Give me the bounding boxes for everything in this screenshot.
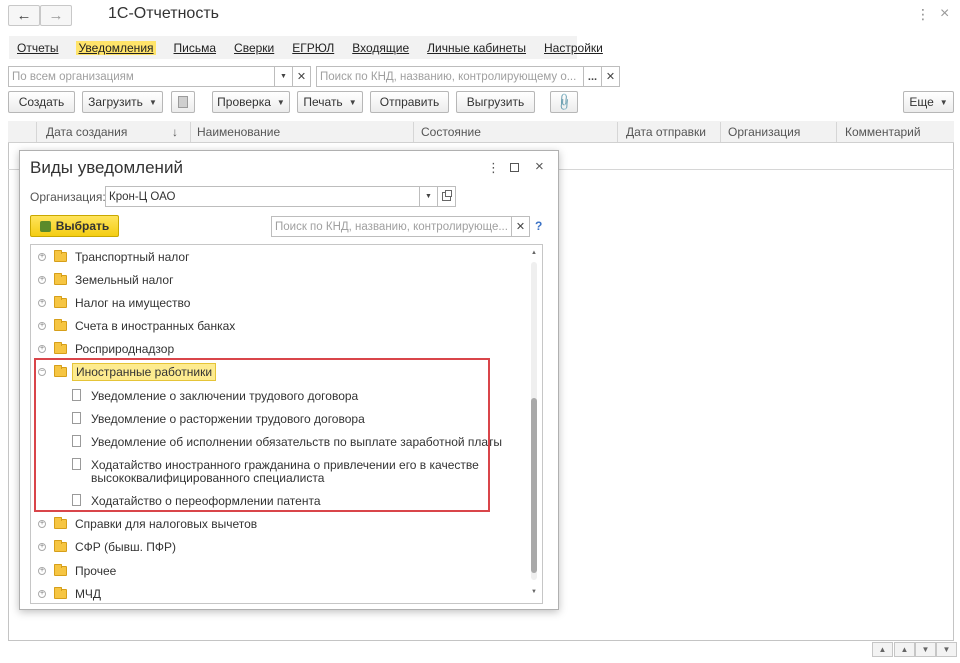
folder-icon <box>54 517 67 529</box>
ellipsis-icon: ... <box>587 70 598 83</box>
folder-icon <box>54 342 67 354</box>
expand-icon[interactable]: + <box>38 590 46 598</box>
clear-icon: ✕ <box>515 221 526 233</box>
expand-icon[interactable]: + <box>38 299 46 307</box>
more-vertical-icon[interactable]: ⋮ <box>487 160 500 176</box>
organization-label: Организация: <box>30 190 106 204</box>
expand-icon[interactable]: + <box>38 520 46 528</box>
app-title: 1С-Отчетность <box>108 5 219 22</box>
paperclip-icon: 📎 <box>553 91 575 113</box>
dialog-search-clear-button[interactable]: ✕ <box>511 216 530 237</box>
clear-icon: ✕ <box>296 71 307 83</box>
expand-icon[interactable]: + <box>38 345 46 353</box>
chevron-down-icon: ▼ <box>276 97 285 107</box>
organization-dropdown-button[interactable]: ▼ <box>419 186 438 207</box>
print-button[interactable]: Печать ▼ <box>297 91 363 113</box>
dialog-search-input[interactable]: Поиск по КНД, названию, контролирующе... <box>271 216 513 237</box>
folder-icon <box>54 296 67 308</box>
column-header-comment[interactable]: Комментарий <box>845 125 921 139</box>
document-stack-icon <box>178 96 188 108</box>
menu-item-reports[interactable]: Отчеты <box>17 41 58 55</box>
column-header-status[interactable]: Состояние <box>421 125 481 139</box>
chevron-down-icon: ▼ <box>148 97 157 107</box>
table-header <box>8 121 954 143</box>
folder-icon <box>54 587 67 599</box>
tree-scrollbar-thumb[interactable] <box>531 398 537 573</box>
organization-filter-input[interactable]: По всем организациям <box>8 66 275 87</box>
maximize-icon[interactable] <box>510 160 519 175</box>
column-header-organization[interactable]: Организация <box>728 125 800 139</box>
scroll-down-icon[interactable]: ▼ <box>531 589 537 595</box>
organization-dropdown-button[interactable]: ▼ <box>274 66 293 87</box>
section-menu: Отчеты Уведомления Письма Сверки ЕГРЮЛ В… <box>9 36 603 59</box>
more-vertical-icon[interactable]: ⋮ <box>916 6 930 23</box>
close-icon[interactable]: × <box>940 5 949 23</box>
highlight-box <box>34 358 490 512</box>
search-select-button[interactable]: ... <box>583 66 602 87</box>
arrow-right-icon: → <box>48 7 64 24</box>
menu-item-egrul[interactable]: ЕГРЮЛ <box>292 41 334 55</box>
search-clear-button[interactable]: ✕ <box>601 66 620 87</box>
expand-icon[interactable]: + <box>38 543 46 551</box>
scroll-down-icon[interactable]: ▼ <box>915 642 936 657</box>
menu-item-settings[interactable]: Настройки <box>544 41 603 55</box>
menu-item-incoming[interactable]: Входящие <box>352 41 409 55</box>
folder-icon <box>54 564 67 576</box>
close-icon[interactable]: × <box>535 158 544 175</box>
expand-icon[interactable]: + <box>38 567 46 575</box>
column-header-name[interactable]: Наименование <box>197 125 280 139</box>
scroll-last-icon[interactable]: ▼ <box>936 642 957 657</box>
menu-item-personal-accounts[interactable]: Личные кабинеты <box>427 41 526 55</box>
open-icon <box>442 190 452 201</box>
upload-button[interactable]: Выгрузить <box>456 91 535 113</box>
dialog-title: Виды уведомлений <box>30 158 183 177</box>
clear-icon: ✕ <box>605 71 616 83</box>
menu-item-reconciliations[interactable]: Сверки <box>234 41 274 55</box>
folder-icon <box>54 273 67 285</box>
chevron-down-icon: ▼ <box>280 73 287 80</box>
expand-icon[interactable]: + <box>38 276 46 284</box>
organization-clear-button[interactable]: ✕ <box>292 66 311 87</box>
forward-button[interactable]: → <box>40 5 72 26</box>
archive-button[interactable] <box>171 91 195 113</box>
organization-open-button[interactable] <box>437 186 456 207</box>
expand-icon[interactable]: + <box>38 253 46 261</box>
arrow-left-icon: ← <box>16 7 32 24</box>
back-button[interactable]: ← <box>8 5 40 26</box>
column-header-send-date[interactable]: Дата отправки <box>626 125 706 139</box>
search-input[interactable]: Поиск по КНД, названию, контролирующему … <box>316 66 584 87</box>
chevron-down-icon: ▼ <box>939 97 948 107</box>
folder-icon <box>54 540 67 552</box>
chevron-down-icon: ▼ <box>425 193 432 200</box>
more-button[interactable]: Еще ▼ <box>903 91 954 113</box>
folder-icon <box>54 319 67 331</box>
attach-button[interactable]: 📎 <box>550 91 578 113</box>
send-button[interactable]: Отправить <box>370 91 449 113</box>
scroll-first-icon[interactable]: ▲ <box>872 642 893 657</box>
help-icon[interactable]: ? <box>535 219 542 233</box>
choose-icon <box>39 220 51 232</box>
choose-button[interactable]: Выбрать <box>30 215 119 237</box>
scroll-up-icon[interactable]: ▲ <box>894 642 915 657</box>
organization-field[interactable]: Крон-Ц ОАО <box>105 186 420 207</box>
menu-item-letters[interactable]: Письма <box>174 41 217 55</box>
create-button[interactable]: Создать <box>8 91 75 113</box>
check-button[interactable]: Проверка ▼ <box>212 91 290 113</box>
chevron-down-icon: ▼ <box>348 97 357 107</box>
folder-icon <box>54 250 67 262</box>
expand-icon[interactable]: + <box>38 322 46 330</box>
load-button[interactable]: Загрузить ▼ <box>82 91 163 113</box>
column-header-date-created[interactable]: Дата создания <box>46 125 127 139</box>
scroll-up-icon[interactable]: ▲ <box>531 250 537 256</box>
menu-item-notifications[interactable]: Уведомления <box>76 40 156 55</box>
sort-descending-icon[interactable]: ↓ <box>172 125 178 139</box>
